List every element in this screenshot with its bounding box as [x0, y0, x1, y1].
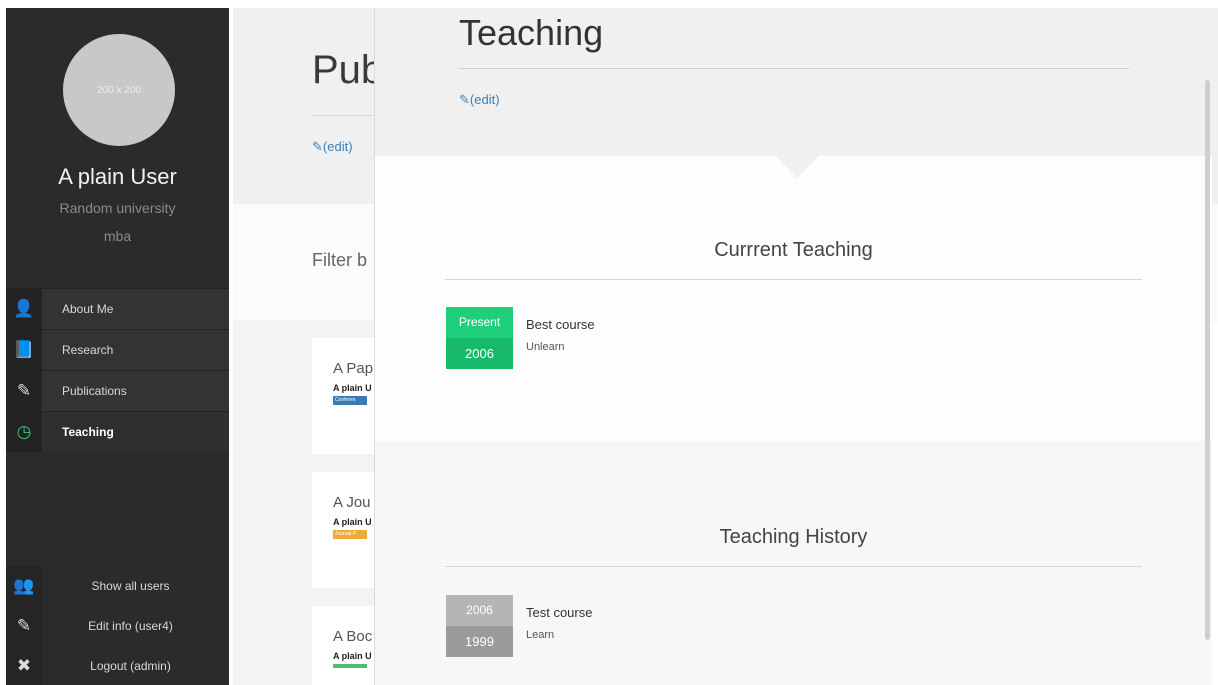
header-pointer	[775, 156, 819, 178]
date-range: Present 2006	[446, 307, 513, 369]
users-icon: 👥	[6, 566, 42, 606]
publication-title: A Jou	[333, 494, 371, 511]
end-date: Present	[446, 307, 513, 338]
logout-link[interactable]: ✖ Logout (admin)	[6, 646, 229, 685]
edit-icon: ✎	[312, 139, 323, 154]
filter-label: Filter b	[312, 250, 368, 270]
sidebar-item-label: Research	[42, 330, 229, 370]
course-name: Test course	[526, 605, 593, 620]
end-date: 2006	[446, 595, 513, 626]
sidebar-item-about-me[interactable]: 👤 About Me	[6, 288, 229, 329]
publication-card[interactable]: A Boc A plain U	[312, 606, 378, 685]
edit-info-label: Edit info (user4)	[42, 606, 229, 646]
edit-info-link[interactable]: ✎ Edit info (user4)	[6, 606, 229, 646]
logout-label: Logout (admin)	[42, 646, 229, 685]
teaching-panel: Teaching ✎(edit) Currrent Teaching Prese…	[374, 8, 1212, 685]
course-place: Unlearn	[526, 341, 565, 353]
user-icon: 👤	[6, 289, 42, 329]
divider	[445, 279, 1142, 280]
sidebar: 200 x 200 A plain User Random university…	[6, 8, 229, 685]
course-name: Best course	[526, 317, 595, 332]
edit-link-label: (edit)	[322, 139, 353, 154]
user-university: Random university	[59, 200, 176, 216]
sidebar-item-teaching[interactable]: ◷ Teaching	[6, 411, 229, 452]
publication-author: A plain U	[333, 651, 372, 661]
background-page-title: Pub	[312, 48, 384, 92]
sidebar-nav: 👤 About Me 📘 Research ✎ Publications ◷ T…	[6, 288, 229, 452]
publication-type-badge: Conferen	[333, 396, 367, 405]
sidebar-item-label: Publications	[42, 371, 229, 411]
course-place: Learn	[526, 629, 555, 641]
scrollbar[interactable]	[1205, 80, 1210, 640]
sidebar-bottom-nav: 👥 Show all users ✎ Edit info (user4) ✖ L…	[6, 566, 229, 685]
teaching-entry: Present 2006 Best course Unlearn	[446, 307, 846, 369]
teaching-entry: 2006 1999 Test course Learn	[446, 595, 846, 657]
user-name: A plain User	[58, 164, 177, 189]
sidebar-item-label: Teaching	[42, 412, 229, 452]
show-all-users-label: Show all users	[42, 566, 229, 606]
teaching-history-heading: Teaching History	[719, 526, 868, 548]
current-teaching-section: Currrent Teaching Present 2006 Best cour…	[375, 156, 1212, 441]
clock-icon: ◷	[6, 412, 42, 452]
publication-title: A Pap	[333, 360, 374, 377]
divider	[312, 115, 382, 116]
page-title: Teaching	[459, 12, 604, 53]
app-root: 200 x 200 A plain User Random university…	[0, 0, 1218, 685]
divider	[445, 566, 1142, 567]
publication-card[interactable]: A Jou A plain U Journal P	[312, 472, 378, 588]
publication-author: A plain U	[333, 383, 372, 393]
avatar: 200 x 200	[63, 34, 175, 146]
sidebar-item-publications[interactable]: ✎ Publications	[6, 370, 229, 411]
teaching-history-section: Teaching History 2006 1999 Test course L…	[375, 441, 1212, 685]
edit-teaching-link[interactable]: ✎(edit)	[459, 92, 500, 108]
start-date: 1999	[446, 626, 513, 657]
background-edit-link[interactable]: ✎(edit)	[312, 139, 353, 155]
edit-link-label: (edit)	[469, 92, 500, 107]
publication-type-badge	[333, 664, 367, 668]
publication-card[interactable]: A Pap A plain U Conferen	[312, 338, 378, 454]
show-all-users-link[interactable]: 👥 Show all users	[6, 566, 229, 606]
sidebar-item-research[interactable]: 📘 Research	[6, 329, 229, 370]
panel-header: Teaching ✎(edit)	[375, 8, 1212, 156]
edit-icon: ✎	[459, 92, 470, 107]
publication-type-badge: Journal P	[333, 530, 367, 539]
edit-icon: ✎	[6, 371, 42, 411]
user-remove-icon: ✖	[6, 646, 42, 685]
publication-author: A plain U	[333, 517, 372, 527]
edit-icon: ✎	[6, 606, 42, 646]
book-icon: 📘	[6, 330, 42, 370]
start-date: 2006	[446, 338, 513, 369]
date-range: 2006 1999	[446, 595, 513, 657]
divider	[459, 68, 1129, 69]
current-teaching-heading: Currrent Teaching	[714, 239, 873, 261]
sidebar-item-label: About Me	[42, 289, 229, 329]
user-degree: mba	[103, 228, 132, 244]
publication-title: A Boc	[333, 628, 373, 645]
